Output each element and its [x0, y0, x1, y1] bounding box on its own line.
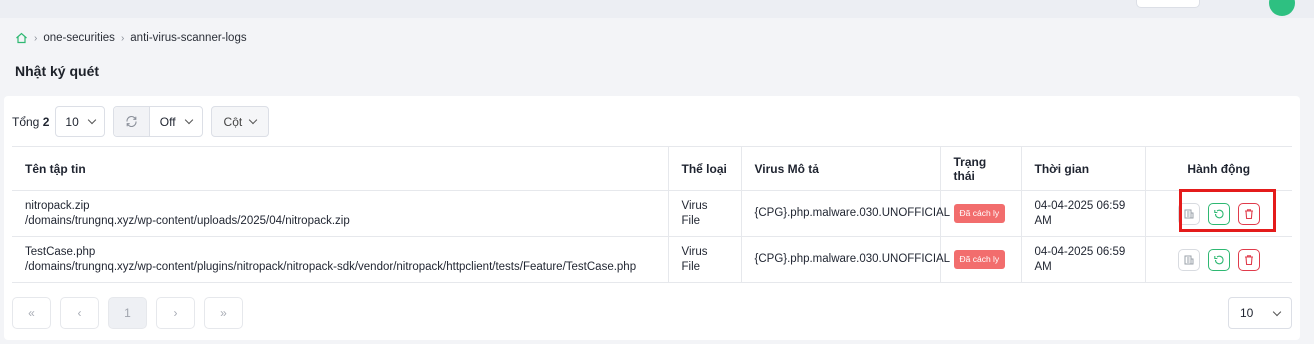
home-icon[interactable]	[15, 32, 28, 44]
page-title: Nhật ký quét	[15, 63, 100, 79]
time-cell: 04-04-2025 06:59 AM	[1020, 236, 1145, 283]
total-count: Tổng 2	[12, 114, 50, 129]
restore-button[interactable]	[1207, 202, 1230, 225]
restore-icon	[1214, 255, 1224, 264]
page-size-value: 10	[1240, 306, 1254, 320]
avatar[interactable]	[1269, 0, 1295, 16]
table-row: nitropack.zip /domains/trungnq.xyz/wp-co…	[12, 190, 1292, 237]
refresh-interval-select[interactable]: Off	[150, 107, 202, 136]
page-size-value: 10	[65, 114, 79, 129]
next-page-button[interactable]: ›	[156, 297, 195, 329]
columns-button[interactable]: Cột	[210, 106, 270, 137]
status-badge: Đã cách ly	[953, 204, 1006, 223]
header-button[interactable]	[1136, 0, 1200, 8]
restore-icon	[1214, 209, 1224, 218]
breadcrumb-item[interactable]: anti-virus-scanner-logs	[130, 32, 246, 44]
column-header-actions: Hành động	[1144, 146, 1292, 191]
file-detail-icon	[1184, 255, 1194, 264]
table-row: TestCase.php /domains/trungnq.xyz/wp-con…	[12, 236, 1292, 283]
refresh-group: Off	[112, 106, 203, 137]
column-header-time[interactable]: Thời gian	[1020, 146, 1145, 191]
chevron-down-icon	[248, 115, 258, 125]
refresh-button[interactable]	[113, 107, 150, 136]
column-header-filename[interactable]: Tên tập tin	[12, 146, 668, 191]
restore-button[interactable]	[1207, 248, 1230, 271]
pagination: « ‹ 1 › »	[12, 297, 243, 329]
file-detail-icon	[1184, 209, 1194, 218]
status-cell: Đã cách ly	[939, 236, 1021, 283]
page-size-select[interactable]: 10	[55, 106, 105, 137]
refresh-interval-value: Off	[159, 114, 176, 129]
table-toolbar: Tổng 2 10 Off Cột	[12, 106, 270, 137]
file-name: TestCase.php	[25, 245, 96, 258]
delete-button[interactable]	[1237, 202, 1260, 225]
virus-cell: {CPG}.php.malware.030.UNOFFICIAL	[740, 236, 950, 283]
breadcrumb: › one-securities › anti-virus-scanner-lo…	[15, 32, 247, 44]
detail-button[interactable]	[1177, 202, 1200, 225]
chevron-down-icon	[184, 115, 193, 125]
delete-button[interactable]	[1237, 248, 1260, 271]
file-name: nitropack.zip	[25, 199, 90, 212]
last-page-button[interactable]: »	[204, 297, 243, 329]
bottom-page-size-select[interactable]: 10	[1228, 297, 1292, 329]
columns-label: Cột	[223, 114, 243, 129]
first-page-button[interactable]: «	[12, 297, 51, 329]
chevron-right-icon: ›	[120, 32, 125, 44]
type-cell: Virus File	[667, 236, 741, 283]
prev-page-button[interactable]: ‹	[60, 297, 99, 329]
column-header-status[interactable]: Trạng thái	[939, 146, 1021, 191]
status-cell: Đã cách ly	[939, 190, 1021, 237]
status-badge: Đã cách ly	[953, 250, 1006, 269]
column-header-virus[interactable]: Virus Mô tả	[740, 146, 940, 191]
scan-logs-table: Tên tập tin Thể loại Virus Mô tả Trạng t…	[12, 146, 1292, 283]
chevron-right-icon: ›	[34, 32, 38, 44]
trash-icon	[1244, 254, 1253, 265]
table-header-row: Tên tập tin Thể loại Virus Mô tả Trạng t…	[12, 146, 1292, 191]
file-cell: nitropack.zip /domains/trungnq.xyz/wp-co…	[12, 190, 668, 237]
actions-cell	[1144, 190, 1292, 237]
type-cell: Virus File	[667, 190, 741, 237]
top-header	[0, 0, 1314, 18]
file-path: /domains/trungnq.xyz/wp-content/plugins/…	[25, 260, 637, 273]
file-cell: TestCase.php /domains/trungnq.xyz/wp-con…	[12, 236, 668, 283]
time-cell: 04-04-2025 06:59 AM	[1020, 190, 1145, 237]
breadcrumb-item[interactable]: one-securities	[43, 32, 115, 44]
page-number-button[interactable]: 1	[108, 297, 147, 329]
file-path: /domains/trungnq.xyz/wp-content/uploads/…	[25, 214, 350, 227]
virus-cell: {CPG}.php.malware.030.UNOFFICIAL	[740, 190, 950, 237]
logs-card: Tổng 2 10 Off Cột Tên tập tin Thể loại V…	[4, 96, 1300, 340]
chevron-down-icon	[87, 115, 96, 125]
actions-cell	[1144, 236, 1292, 283]
detail-button[interactable]	[1177, 248, 1200, 271]
column-header-type[interactable]: Thể loại	[667, 146, 741, 191]
chevron-down-icon	[1272, 307, 1282, 316]
refresh-icon	[126, 115, 137, 128]
trash-icon	[1244, 208, 1253, 219]
